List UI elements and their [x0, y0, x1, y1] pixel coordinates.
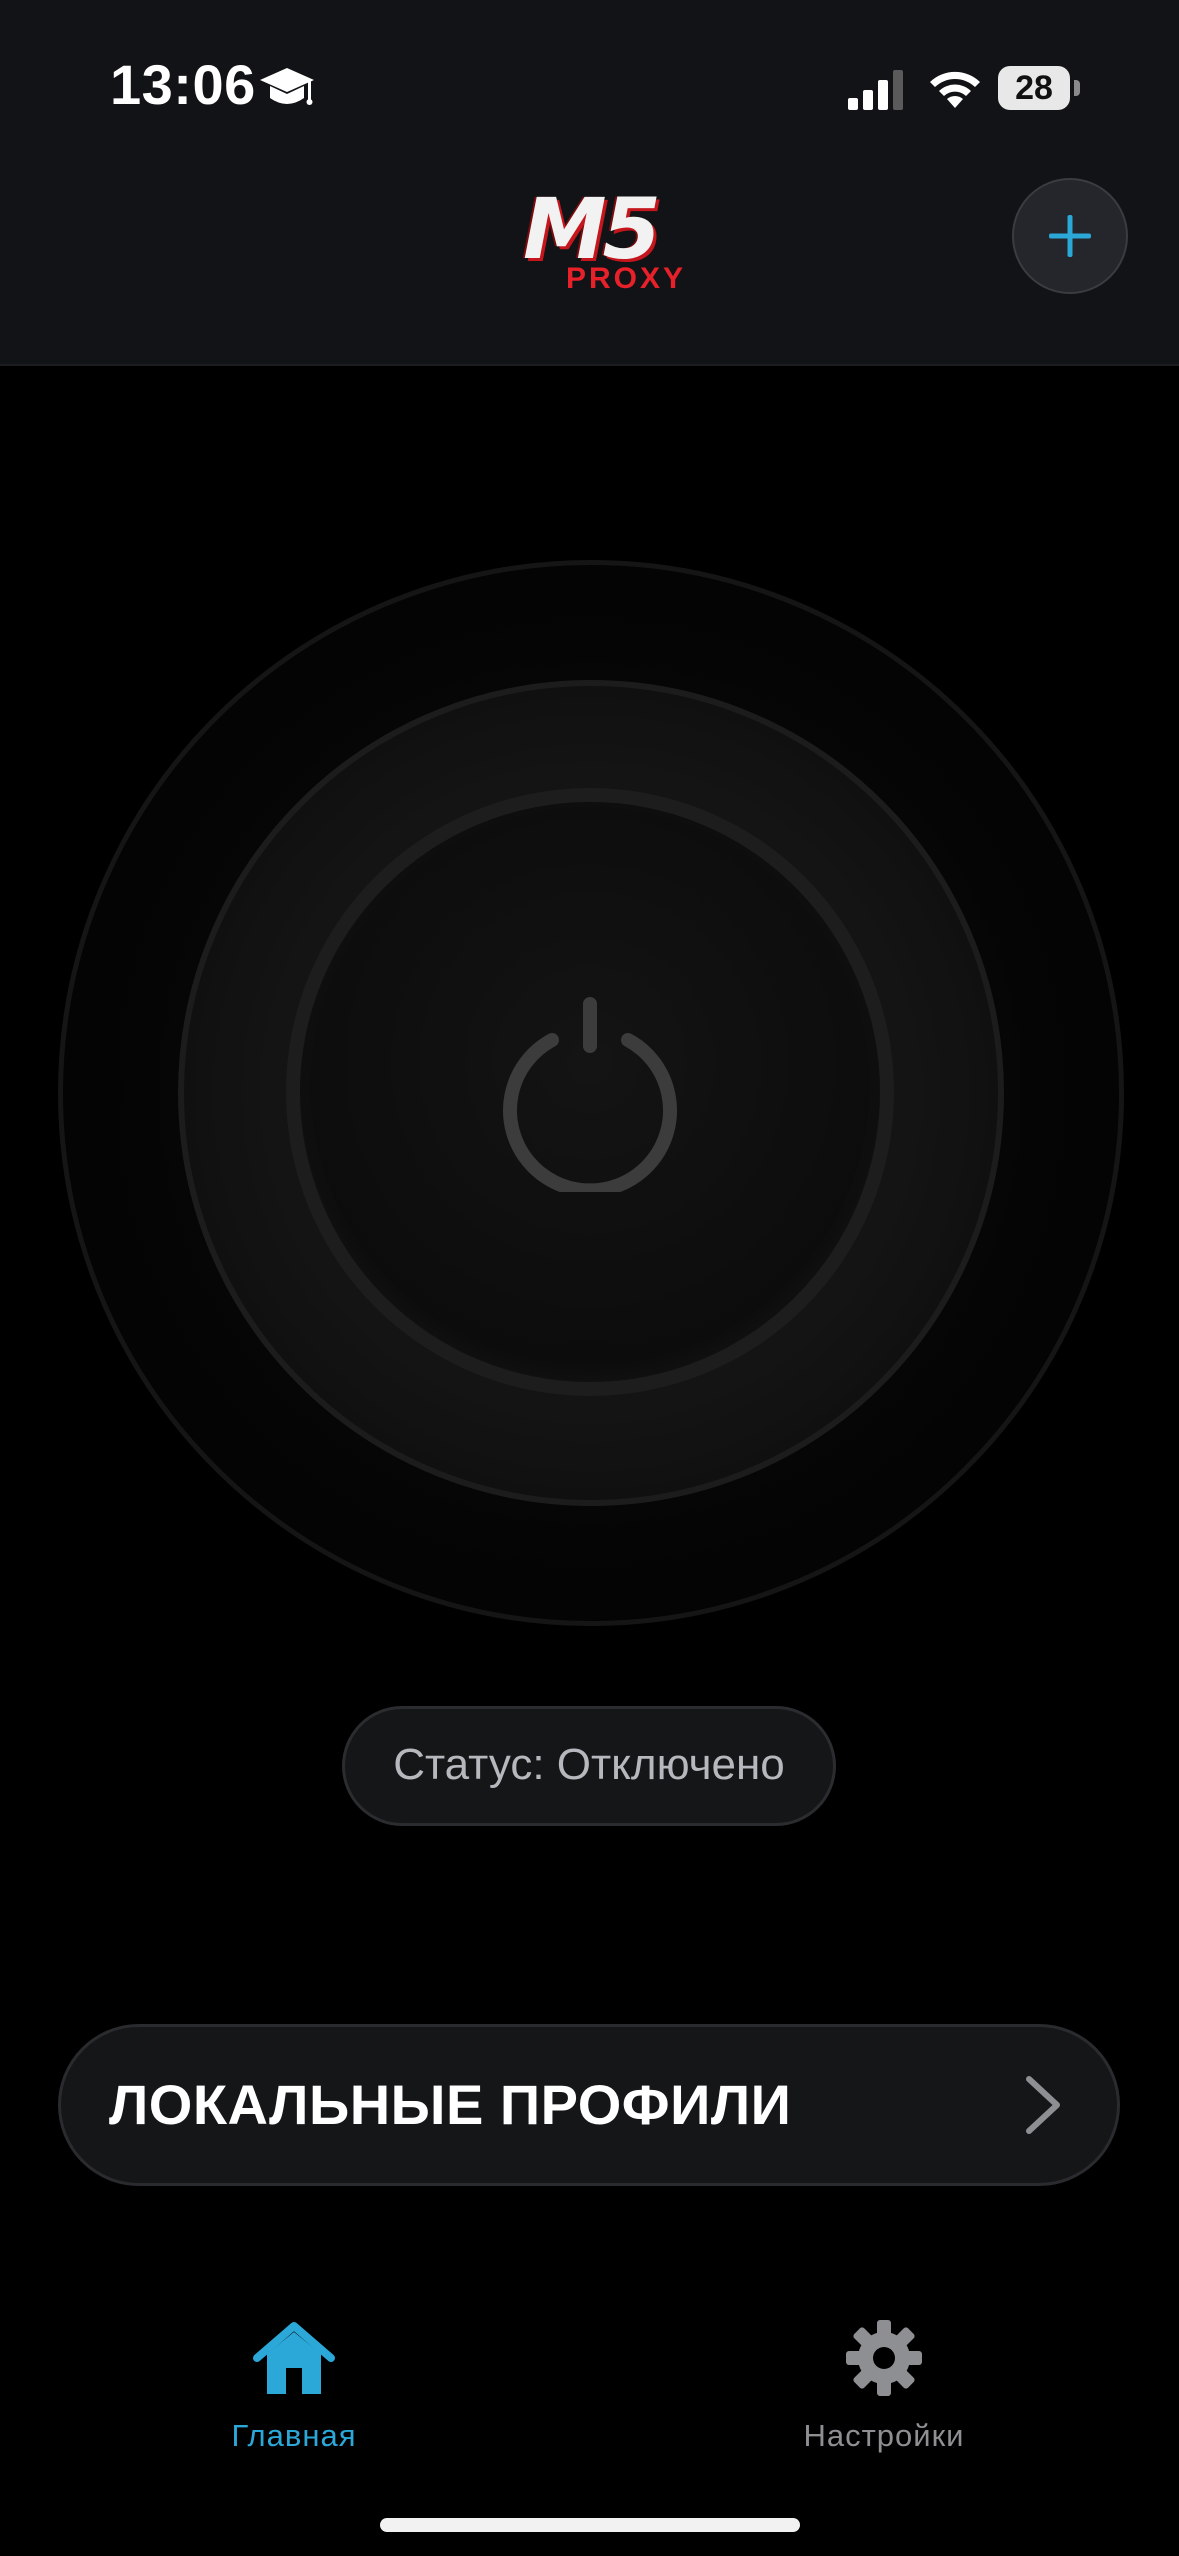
cellular-signal-icon	[848, 70, 903, 110]
tab-settings-label: Настройки	[803, 2418, 965, 2453]
connection-status-badge: Статус: Отключено	[342, 1706, 836, 1826]
home-indicator[interactable]	[380, 2518, 800, 2532]
chevron-right-icon	[1026, 2076, 1060, 2134]
top-header: 13:06 28 M5 PROXY	[0, 0, 1179, 366]
app-logo: M5 PROXY	[494, 180, 686, 295]
logo-main-text: M5	[522, 180, 661, 278]
add-button[interactable]	[1012, 178, 1128, 294]
gear-icon	[846, 2320, 922, 2396]
tab-settings[interactable]: Настройки	[764, 2318, 1004, 2468]
plus-icon	[1049, 215, 1091, 257]
logo-sub-text: PROXY	[565, 262, 686, 295]
battery-icon: 28	[998, 66, 1080, 110]
power-button[interactable]	[300, 802, 880, 1382]
wifi-icon	[930, 71, 980, 108]
power-icon	[503, 997, 677, 1192]
status-time: 13:06	[110, 53, 256, 116]
tab-home[interactable]: Главная	[174, 2318, 414, 2468]
local-profiles-label: ЛОКАЛЬНЫЕ ПРОФИЛИ	[109, 2073, 792, 2136]
battery-level: 28	[1015, 69, 1053, 107]
local-profiles-button[interactable]: ЛОКАЛЬНЫЕ ПРОФИЛИ	[58, 2024, 1120, 2186]
tab-home-label: Главная	[231, 2418, 357, 2453]
home-icon	[253, 2322, 335, 2394]
graduation-cap-icon	[260, 68, 314, 105]
